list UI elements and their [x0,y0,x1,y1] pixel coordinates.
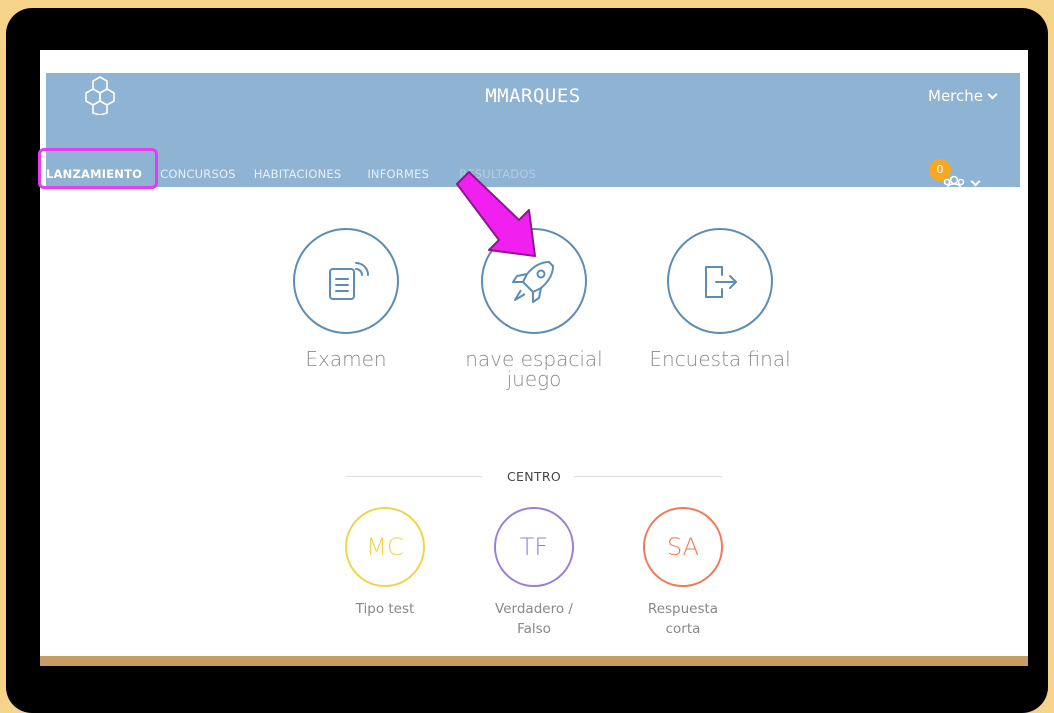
true-false-label: Verdadero / Falso [474,599,594,639]
multiple-choice-label: Tipo test [355,601,415,617]
encuesta-final-label: Encuesta final [649,347,791,371]
short-answer-label: Respuesta corta [623,599,743,639]
true-false-label-line2: Falso [517,621,551,637]
short-answer-label-line2: corta [665,621,701,637]
quiz-remote-icon [329,262,369,300]
exit-icon [705,266,737,298]
true-false-label-line1: Verdadero / [495,601,573,617]
multiple-choice-abbr: MC [366,533,404,561]
bottom-strip [40,656,1028,666]
space-race-label-line2: juego [506,367,562,391]
nav-item-informes[interactable]: INFORMES [367,167,429,181]
short-answer-label-line1: Respuesta [647,601,719,617]
app-screen: MMARQUES Merche LANZAMIENTO CONCURSOS HA… [40,50,1028,666]
rooms-menu[interactable] [942,175,981,191]
space-race-label-line1: nave espacial [465,347,603,371]
true-false-button[interactable]: TF [494,507,574,587]
chevron-down-icon [970,176,981,186]
short-answer-abbr: SA [666,533,700,561]
users-group-icon [943,175,965,191]
short-answer-button[interactable]: SA [643,507,723,587]
rocket-icon [512,261,554,303]
encuesta-final-button[interactable] [667,228,773,334]
user-name: Merche [928,87,983,105]
multiple-choice-button[interactable]: MC [345,507,425,587]
space-race-label: nave espacial juego [454,349,614,389]
examen-label: Examen [305,347,387,371]
centro-heading: CENTRO [507,469,561,484]
pointer-arrow-icon [456,171,536,257]
nav-item-concursos[interactable]: CONCURSOS [160,167,236,181]
examen-button[interactable] [293,228,399,334]
true-false-abbr: TF [519,533,549,561]
active-tab-highlight [38,148,158,189]
user-menu[interactable]: Merche [928,87,998,105]
nav-item-habitaciones[interactable]: HABITACIONES [254,167,342,181]
app-title: MMARQUES [485,85,581,107]
chevron-down-icon [987,89,998,99]
